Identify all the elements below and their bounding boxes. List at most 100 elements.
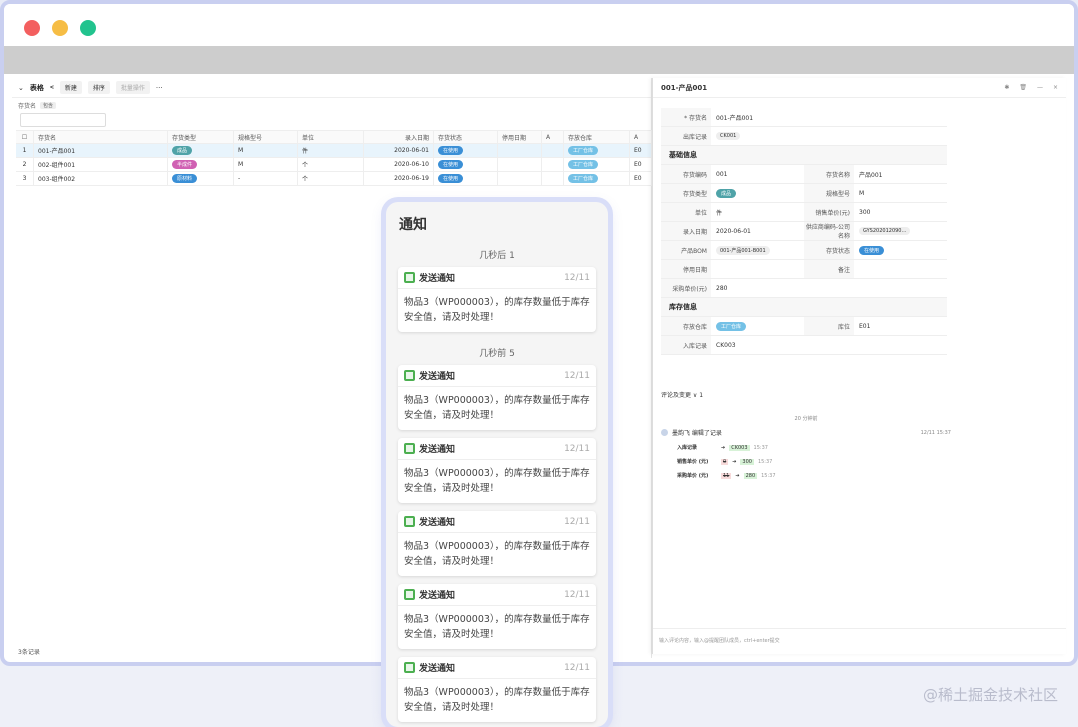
col-header[interactable]: 存货名: [34, 131, 168, 143]
address-bar-area: [4, 46, 1074, 74]
type-badge: 成品: [172, 146, 193, 155]
status-badge: 在使用: [438, 146, 464, 155]
col-header[interactable]: 规格型号: [234, 131, 298, 143]
name-field[interactable]: 001-产品001: [711, 108, 947, 126]
supplier-field[interactable]: GYS202012090…: [854, 222, 947, 240]
cell-stop[interactable]: [498, 144, 542, 157]
share-icon[interactable]: ⪪: [50, 83, 54, 92]
out-record-field[interactable]: CK001: [711, 127, 947, 145]
col-header[interactable]: 停用日期: [498, 131, 542, 143]
cell-stop[interactable]: [498, 172, 542, 185]
cell-warehouse: 工厂仓库: [564, 172, 630, 185]
fullname-field[interactable]: 产品001: [854, 165, 947, 183]
cell-name[interactable]: 003-组件002: [34, 172, 168, 185]
cell-unit[interactable]: 件: [298, 144, 364, 157]
filter-operator[interactable]: 包含: [40, 101, 57, 109]
loc-field[interactable]: E01: [854, 317, 947, 335]
col-header[interactable]: 存货状态: [434, 131, 498, 143]
col-header[interactable]: A: [542, 131, 564, 143]
cost-field[interactable]: 280: [711, 279, 947, 297]
notification-card[interactable]: 发送通知 12/11 物品3（WP000003），的库存数量低于库存安全值，请及…: [398, 511, 596, 576]
cell-name[interactable]: 002-组件001: [34, 158, 168, 171]
minimize-icon[interactable]: —: [1037, 84, 1043, 91]
card-body: 物品3（WP000003），的库存数量低于库存安全值，请及时处理！: [404, 614, 590, 640]
record-chip[interactable]: CK001: [716, 132, 741, 140]
cell-stop[interactable]: [498, 158, 542, 171]
field-label: 出库记录: [661, 127, 711, 145]
filter-input[interactable]: [20, 113, 106, 127]
notification-card[interactable]: 发送通知 12/11 物品3（WP000003），的库存数量低于库存安全值，请及…: [398, 657, 596, 722]
table-row[interactable]: 1 001-产品001 成品 M 件 2020-06-01 在使用 工厂仓库 E…: [16, 144, 652, 158]
notification-icon: [404, 516, 415, 527]
close-window-button[interactable]: [24, 20, 40, 36]
col-header[interactable]: 存放仓库: [564, 131, 630, 143]
notification-card[interactable]: 发送通知 12/11 物品3（WP000003），的库存数量低于库存安全值，请及…: [398, 365, 596, 430]
cell-unit[interactable]: 个: [298, 172, 364, 185]
cell-spec[interactable]: M: [234, 144, 298, 157]
stop-date-field[interactable]: [711, 260, 804, 278]
spec-field[interactable]: M: [854, 184, 947, 202]
cell-spec[interactable]: -: [234, 172, 298, 185]
col-header[interactable]: 存货类型: [168, 131, 234, 143]
field-row: 存货编码 001 存货名称 产品001: [661, 165, 947, 184]
card-header: 发送通知 12/11: [398, 657, 596, 679]
comment-input[interactable]: 输入评论内容，输入@提醒团队成员，ctrl+enter提交: [653, 628, 1066, 654]
select-all-checkbox[interactable]: ☐: [16, 131, 34, 143]
comments-header[interactable]: 评论及变更 ∨ 1: [661, 390, 951, 399]
cell-loc[interactable]: E0: [630, 172, 652, 185]
bom-field[interactable]: 001-产品001-B001: [711, 241, 804, 259]
change-row: 销售单价 (元) 0 ➔ 300 15:37: [677, 458, 951, 465]
price-field[interactable]: 300: [854, 203, 947, 221]
cell-date[interactable]: 2020-06-10: [364, 158, 434, 171]
status-field[interactable]: 在使用: [854, 241, 947, 259]
close-icon[interactable]: ×: [1053, 84, 1058, 91]
minimize-window-button[interactable]: [52, 20, 68, 36]
cell-unit[interactable]: 个: [298, 158, 364, 171]
settings-icon[interactable]: ✱: [1004, 84, 1009, 91]
date-field[interactable]: 2020-06-01: [711, 222, 804, 240]
table-row[interactable]: 2 002-组件001 半成件 M 个 2020-06-10 在使用 工厂仓库 …: [16, 158, 652, 172]
unit-field[interactable]: 件: [711, 203, 804, 221]
notification-card[interactable]: 发送通知 12/11 物品3（WP000003），的库存数量低于库存安全值，请及…: [398, 267, 596, 332]
sort-button[interactable]: 排序: [87, 81, 110, 94]
delete-icon[interactable]: 🗑: [1019, 84, 1027, 91]
type-field[interactable]: 成品: [711, 184, 804, 202]
change-ts: 15:37: [753, 444, 768, 451]
cell-spec[interactable]: M: [234, 158, 298, 171]
more-button[interactable]: ···: [156, 84, 163, 92]
col-header[interactable]: 单位: [298, 131, 364, 143]
field-label: 产品BOM: [661, 241, 711, 259]
in-record-field[interactable]: CK003: [711, 336, 947, 354]
col-header[interactable]: A: [630, 131, 652, 143]
cell-loc[interactable]: E0: [630, 144, 652, 157]
card-body: 物品3（WP000003），的库存数量低于库存安全值，请及时处理！: [404, 395, 590, 421]
field-row: 产品BOM 001-产品001-B001 存货状态 在使用: [661, 241, 947, 260]
notification-icon: [404, 662, 415, 673]
cell-date[interactable]: 2020-06-19: [364, 172, 434, 185]
section-basic: 基础信息: [661, 146, 947, 165]
table-row[interactable]: 3 003-组件002 原材料 - 个 2020-06-19 在使用 工厂仓库 …: [16, 172, 652, 186]
cell-a[interactable]: [542, 144, 564, 157]
col-header[interactable]: 录入日期: [364, 131, 434, 143]
cell-a[interactable]: [542, 172, 564, 185]
warehouse-field[interactable]: 工厂仓库: [711, 317, 804, 335]
code-field[interactable]: 001: [711, 165, 804, 183]
add-button[interactable]: 新建: [59, 81, 82, 94]
cell-a[interactable]: [542, 158, 564, 171]
chevron-down-icon[interactable]: ⌄: [18, 84, 24, 92]
bom-chip[interactable]: 001-产品001-B001: [716, 245, 770, 255]
group-label: 几秒后 1: [479, 251, 515, 261]
maximize-window-button[interactable]: [80, 20, 96, 36]
status-badge: 在使用: [859, 245, 885, 255]
notification-card[interactable]: 发送通知 12/11 物品3（WP000003），的库存数量低于库存安全值，请及…: [398, 584, 596, 649]
cell-name[interactable]: 001-产品001: [34, 144, 168, 157]
remark-field[interactable]: [854, 260, 947, 278]
cell-loc[interactable]: E0: [630, 158, 652, 171]
notification-card[interactable]: 发送通知 12/11 物品3（WP000003），的库存数量低于库存安全值，请及…: [398, 438, 596, 503]
batch-button[interactable]: 批量操作: [115, 81, 150, 94]
card-title: 发送通知: [419, 664, 456, 674]
cell-date[interactable]: 2020-06-01: [364, 144, 434, 157]
group-label: 几秒前 5: [479, 349, 515, 359]
supplier-chip[interactable]: GYS202012090…: [859, 227, 911, 235]
card-date: 12/11: [564, 516, 590, 527]
